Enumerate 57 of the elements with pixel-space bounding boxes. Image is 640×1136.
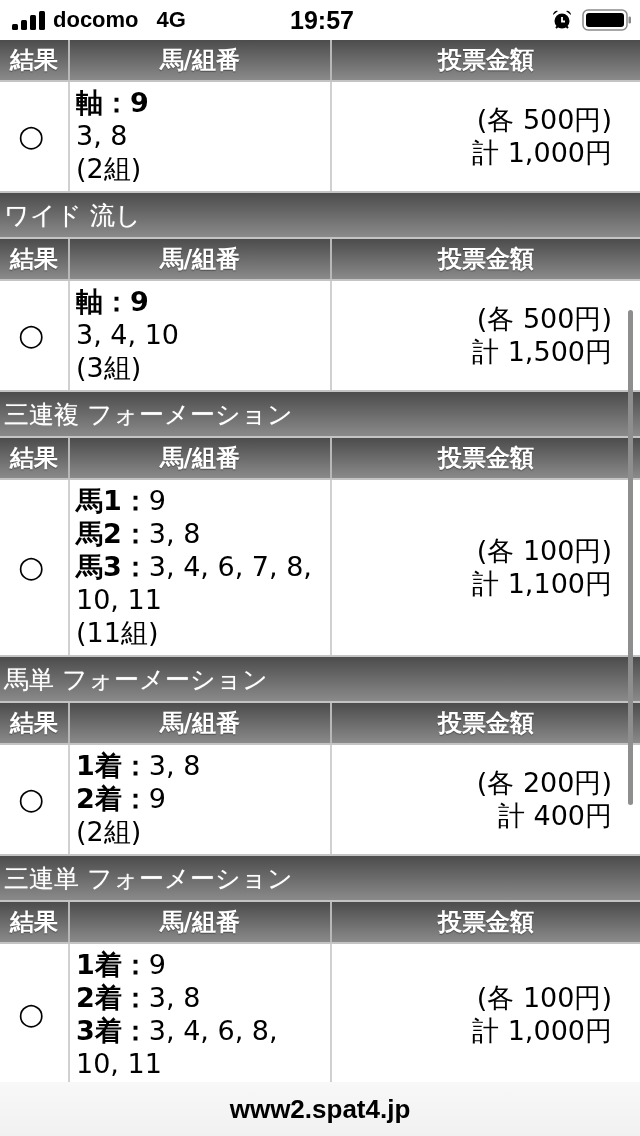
section-title: ワイド 流し: [0, 193, 640, 239]
column-header: 馬/組番: [70, 438, 332, 478]
column-header: 投票金額: [332, 40, 640, 80]
combination-count: (11組): [76, 616, 160, 649]
horse-numbers: 馬1：9: [76, 484, 167, 517]
network-type: 4G: [156, 9, 186, 31]
combination-count: (2組): [76, 815, 143, 848]
column-header: 馬/組番: [70, 239, 332, 279]
column-header: 馬/組番: [70, 703, 332, 743]
total-amount: 計 1,000円: [472, 135, 612, 169]
section-title: 馬単 フォーメーション: [0, 657, 640, 703]
unit-amount: (各 100円): [476, 533, 612, 567]
column-header: 投票金額: [332, 902, 640, 942]
result-mark: ○: [17, 120, 45, 151]
total-amount: 計 1,100円: [472, 566, 612, 600]
result-mark: ○: [17, 319, 45, 350]
combination-count: (2組): [76, 152, 143, 185]
clock-time: 19:57: [290, 7, 354, 33]
horse-numbers: 軸：9: [76, 285, 150, 318]
horse-numbers: 1着：9: [76, 948, 167, 981]
horse-numbers: 2着：9: [76, 782, 167, 815]
unit-amount: (各 200円): [476, 765, 612, 799]
column-header: 馬/組番: [70, 902, 332, 942]
section-title: 三連単 フォーメーション: [0, 856, 640, 902]
column-header: 結果: [0, 703, 70, 743]
carrier-name: docomo: [53, 9, 139, 31]
column-header: 結果: [0, 902, 70, 942]
result-mark: ○: [17, 551, 45, 582]
column-header: 結果: [0, 40, 70, 80]
combination-count: (3組): [76, 351, 143, 384]
total-amount: 計 400円: [497, 798, 612, 832]
result-mark: ○: [17, 783, 45, 814]
section-title: 三連複 フォーメーション: [0, 392, 640, 438]
column-header: 投票金額: [332, 703, 640, 743]
horse-numbers: 3, 4, 10: [76, 318, 181, 351]
column-header: 投票金額: [332, 438, 640, 478]
horse-numbers: 3着：3, 4, 6, 8, 10, 11: [76, 1014, 279, 1080]
unit-amount: (各 100円): [476, 981, 612, 1014]
signal-icon: [12, 10, 45, 30]
result-mark: ○: [17, 999, 45, 1029]
alarm-clock-icon: [552, 10, 572, 30]
horse-numbers: 3, 8: [76, 119, 129, 152]
unit-amount: (各 500円): [476, 102, 612, 136]
horse-numbers: 2着：3, 8: [76, 981, 202, 1014]
column-header: 投票金額: [332, 239, 640, 279]
total-amount: 計 1,500円: [472, 334, 612, 368]
column-header: 結果: [0, 239, 70, 279]
horse-numbers: 軸：9: [76, 86, 150, 119]
unit-amount: (各 500円): [476, 301, 612, 335]
column-header: 馬/組番: [70, 40, 332, 80]
address-url[interactable]: www2.spat4.jp: [229, 1093, 411, 1125]
battery-icon: [582, 9, 632, 31]
horse-numbers: 馬2：3, 8: [76, 517, 202, 550]
horse-numbers: 馬3：3, 4, 6, 7, 8, 10, 11: [76, 550, 313, 616]
total-amount: 計 1,000円: [472, 1014, 612, 1047]
column-header: 結果: [0, 438, 70, 478]
horse-numbers: 1着：3, 8: [76, 749, 202, 782]
